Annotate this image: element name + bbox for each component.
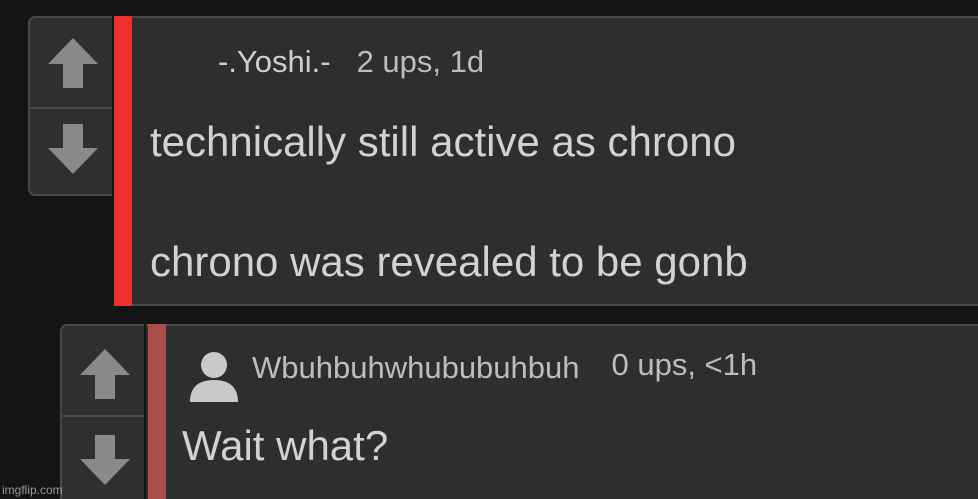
downvote-button[interactable] [68, 420, 142, 499]
comment: -.Yoshi.- 2 ups, 1d technically still act… [28, 16, 978, 306]
comment-accent-bar [114, 16, 132, 306]
vote-divider [30, 107, 112, 109]
arrow-down-icon [48, 124, 98, 174]
reply-comment: Wbuhbuhwhububuhbuh 0 ups, <1h Wait what? [60, 324, 978, 499]
comment-accent-bar [148, 324, 166, 499]
comment-stats: 2 ups, 1d [356, 44, 485, 79]
comment-thread: -.Yoshi.- 2 ups, 1d technically still act… [0, 0, 978, 499]
comment-meta: -.Yoshi.- 2 ups, 1d [218, 44, 484, 80]
arrow-up-icon [48, 38, 98, 88]
downvote-button[interactable] [36, 110, 110, 188]
arrow-down-icon [80, 435, 130, 485]
upvote-button[interactable] [36, 24, 110, 102]
comment-author[interactable]: Wbuhbuhwhububuhbuh [252, 350, 580, 385]
comment-text: chrono was revealed to be gonb [150, 238, 748, 285]
imgflip-watermark: imgflip.com [2, 483, 63, 497]
upvote-button[interactable] [68, 334, 142, 414]
arrow-up-icon [80, 349, 130, 399]
comment-meta: Wbuhbuhwhububuhbuh 0 ups, <1h [252, 347, 758, 386]
vote-panel [28, 16, 112, 196]
vote-divider [62, 415, 144, 417]
comment-author[interactable]: -.Yoshi.- [218, 44, 331, 79]
vote-panel [60, 324, 144, 499]
comment-text: technically still active as chrono [150, 118, 736, 165]
user-silhouette-icon[interactable] [186, 348, 242, 404]
comment-stats: 0 ups, <1h [611, 347, 758, 382]
comment-text: Wait what? [182, 422, 389, 469]
